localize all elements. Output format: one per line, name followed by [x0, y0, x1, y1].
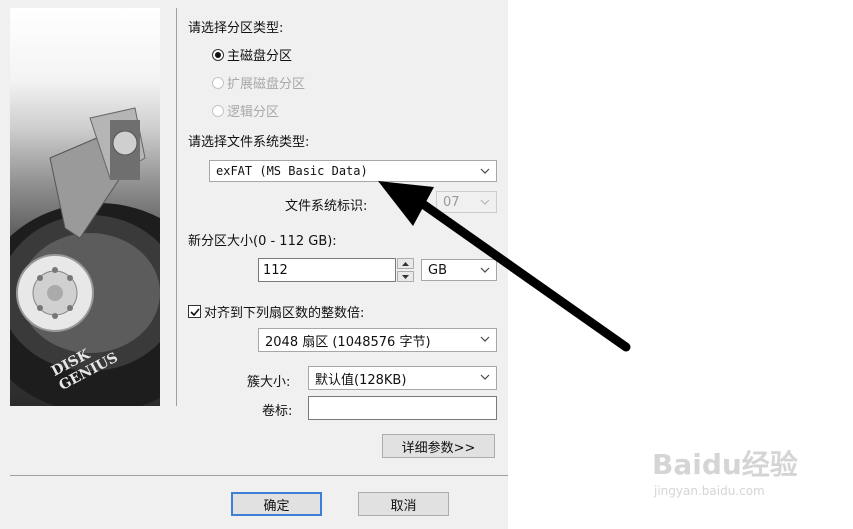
chevron-down-icon [477, 331, 493, 347]
radio-primary-partition[interactable]: 主磁盘分区 [212, 45, 292, 64]
cluster-size-select[interactable]: 默认值(128KB) [308, 366, 497, 390]
align-checkbox[interactable]: 对齐到下列扇区数的整数倍: [188, 302, 364, 321]
spin-up-icon[interactable] [397, 258, 414, 269]
filesystem-id-select[interactable]: 07 [436, 191, 497, 213]
volume-label-label: 卷标: [262, 404, 293, 419]
radio-extended-partition[interactable]: 扩展磁盘分区 [212, 73, 305, 92]
partition-size-label: 新分区大小(0 - 112 GB): [188, 234, 337, 249]
size-unit-select[interactable]: GB [421, 259, 497, 281]
advanced-params-button[interactable]: 详细参数>> [382, 434, 495, 458]
size-spinner[interactable] [397, 258, 414, 282]
disk-genius-illustration: DISK GENIUS [10, 8, 160, 406]
ok-button[interactable]: 确定 [231, 492, 322, 516]
chevron-down-icon [477, 194, 493, 210]
radio-checked-icon [212, 48, 224, 61]
radio-unchecked-icon [212, 76, 224, 89]
separator-horizontal [10, 475, 508, 476]
partition-type-label: 请选择分区类型: [188, 21, 284, 36]
partition-size-input[interactable]: 112 [258, 258, 396, 282]
filesystem-type-label: 请选择文件系统类型: [188, 135, 310, 150]
volume-label-input[interactable] [308, 396, 497, 420]
new-partition-dialog: DISK GENIUS 请选择分区类型: 主磁盘分区 扩展磁盘分区 逻辑分区 请… [0, 0, 508, 529]
baidu-watermark: Baidu经验 jingyan.baidu.com [652, 448, 798, 499]
watermark-url: jingyan.baidu.com [654, 484, 765, 498]
chevron-down-icon [477, 262, 493, 278]
checkbox-checked-icon [188, 305, 201, 318]
watermark-logo: Baidu经验 [652, 448, 798, 481]
radio-logical-partition[interactable]: 逻辑分区 [212, 101, 279, 120]
chevron-down-icon [477, 163, 493, 179]
chevron-down-icon [477, 369, 493, 385]
filesystem-select[interactable]: exFAT (MS Basic Data) [209, 160, 497, 182]
filesystem-id-label: 文件系统标识: [285, 199, 368, 214]
align-sectors-select[interactable]: 2048 扇区 (1048576 字节) [258, 328, 497, 352]
spin-down-icon[interactable] [397, 271, 414, 282]
cluster-size-label: 簇大小: [247, 375, 291, 390]
cancel-button[interactable]: 取消 [358, 492, 449, 516]
separator-vertical [176, 8, 177, 406]
radio-unchecked-icon [212, 104, 224, 117]
